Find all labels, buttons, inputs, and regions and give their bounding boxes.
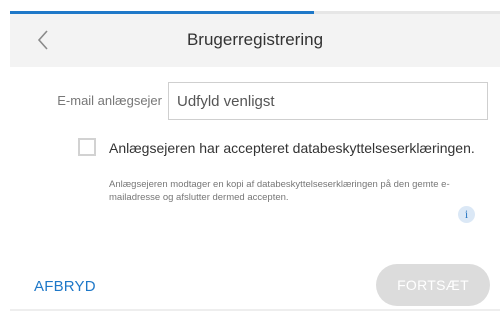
consent-note: Anlægsejeren modtager en kopi af databes… [109,179,450,203]
header-bar: Brugerregistrering [10,14,500,67]
email-field[interactable] [168,82,488,120]
cancel-button[interactable]: AFBRYD [34,278,96,295]
consent-checkbox[interactable] [78,138,96,156]
info-icon[interactable]: i [458,206,475,223]
continue-button[interactable]: FORTSÆT [376,264,490,306]
consent-label: Anlægsejeren har accepteret databeskytte… [109,140,475,156]
email-label: E-mail anlægsejer [57,93,162,108]
page-title: Brugerregistrering [186,30,324,49]
info-glyph: i [464,207,469,221]
